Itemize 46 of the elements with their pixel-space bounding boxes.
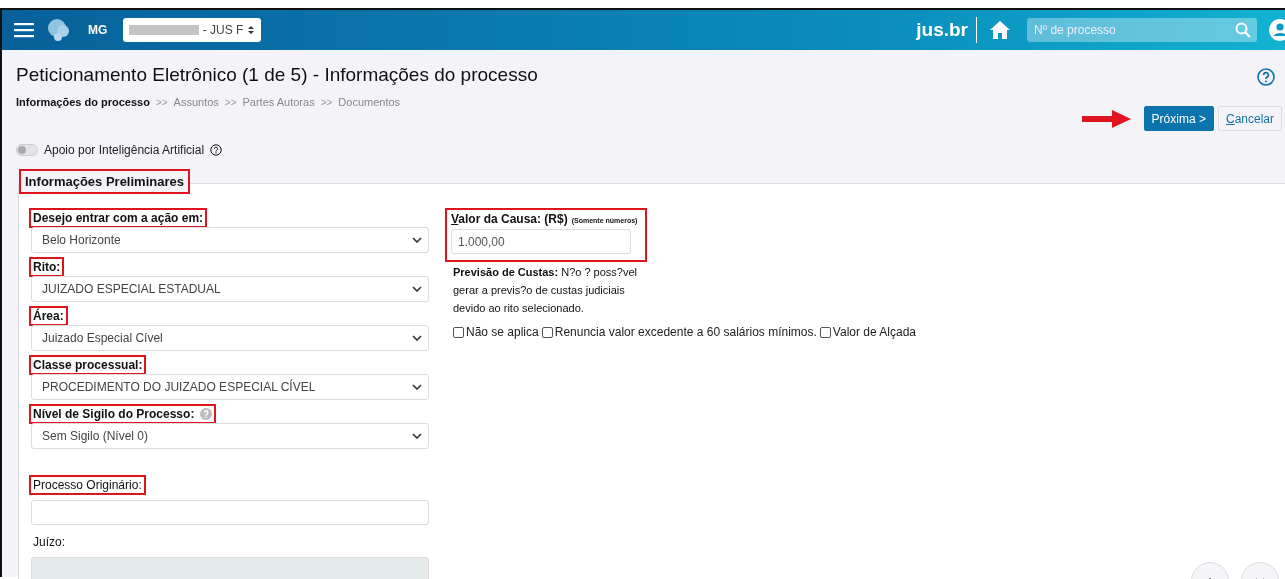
menu-icon[interactable] <box>14 22 34 38</box>
checkbox-label: Não se aplica <box>466 325 539 339</box>
field-label: Processo Originário: <box>31 477 144 493</box>
chevron-down-icon <box>412 286 422 292</box>
sort-arrows-icon <box>247 25 256 35</box>
user-icon[interactable] <box>1269 19 1285 41</box>
chevron-down-icon <box>412 237 422 243</box>
chevron-down-icon <box>412 335 422 341</box>
field-label: Valor da Causa: (R$) <box>451 212 568 226</box>
breadcrumb-step[interactable]: Informações do processo <box>16 96 150 108</box>
logo-icon <box>46 17 72 43</box>
home-icon[interactable] <box>989 20 1011 40</box>
breadcrumb-separator: >> <box>224 96 237 108</box>
breadcrumb-separator: >> <box>320 96 333 108</box>
text-field[interactable]: 1.000,00 <box>451 229 631 254</box>
dropdown[interactable]: Juizado Especial Cível <box>31 325 429 351</box>
toggle-label: Apoio por Inteligência Artificial <box>44 143 205 157</box>
chevron-down-icon <box>412 384 422 390</box>
search-icon[interactable] <box>1235 22 1251 38</box>
chevron-down-icon <box>412 433 422 439</box>
dropdown[interactable]: Belo Horizonte <box>31 227 429 253</box>
brand-logo[interactable]: jus.br <box>916 17 977 43</box>
field-label: Desejo entrar com a ação em: <box>31 210 206 226</box>
toggle-switch[interactable] <box>16 144 38 156</box>
checkbox-label: Renuncia valor excedente a 60 salários mínimos. <box>554 325 817 339</box>
dropdown[interactable]: Sem Sigilo (Nível 0) <box>31 423 429 449</box>
checkbox[interactable] <box>819 326 831 338</box>
page-title: Peticionamento Eletrônico (1 de 5) - Informações do processo <box>16 64 539 86</box>
action-button[interactable]: Cancelar <box>1217 106 1282 131</box>
cost-note: Previsão de Custas: N?o ? poss?vel gerar a previs?o de custas judiciais devido ao rito selecionado. <box>453 265 639 316</box>
field-label: Nível de Sigilo do Processo: <box>31 406 215 422</box>
dropdown[interactable]: PROCEDIMENTO DO JUIZADO ESPECIAL CÍVEL <box>31 374 429 400</box>
field-label: Área: <box>31 308 66 324</box>
state-label: MG <box>88 23 108 37</box>
field-label: Rito: <box>31 259 63 275</box>
checkbox-label: Valor de Alçada <box>832 325 917 339</box>
field-label: Classe processual: <box>31 357 145 373</box>
field-label: Juízo: <box>32 534 66 550</box>
checkbox[interactable] <box>453 326 464 338</box>
breadcrumb-separator: >> <box>155 96 168 108</box>
help-icon[interactable] <box>210 144 223 156</box>
checkbox[interactable] <box>541 326 553 338</box>
unit-selector[interactable]: - JUS F <box>123 18 262 42</box>
dropdown[interactable]: JUIZADO ESPECIAL ESTADUAL <box>31 276 429 302</box>
text-field[interactable] <box>31 500 429 525</box>
action-button[interactable]: Próxima > <box>1143 106 1214 131</box>
